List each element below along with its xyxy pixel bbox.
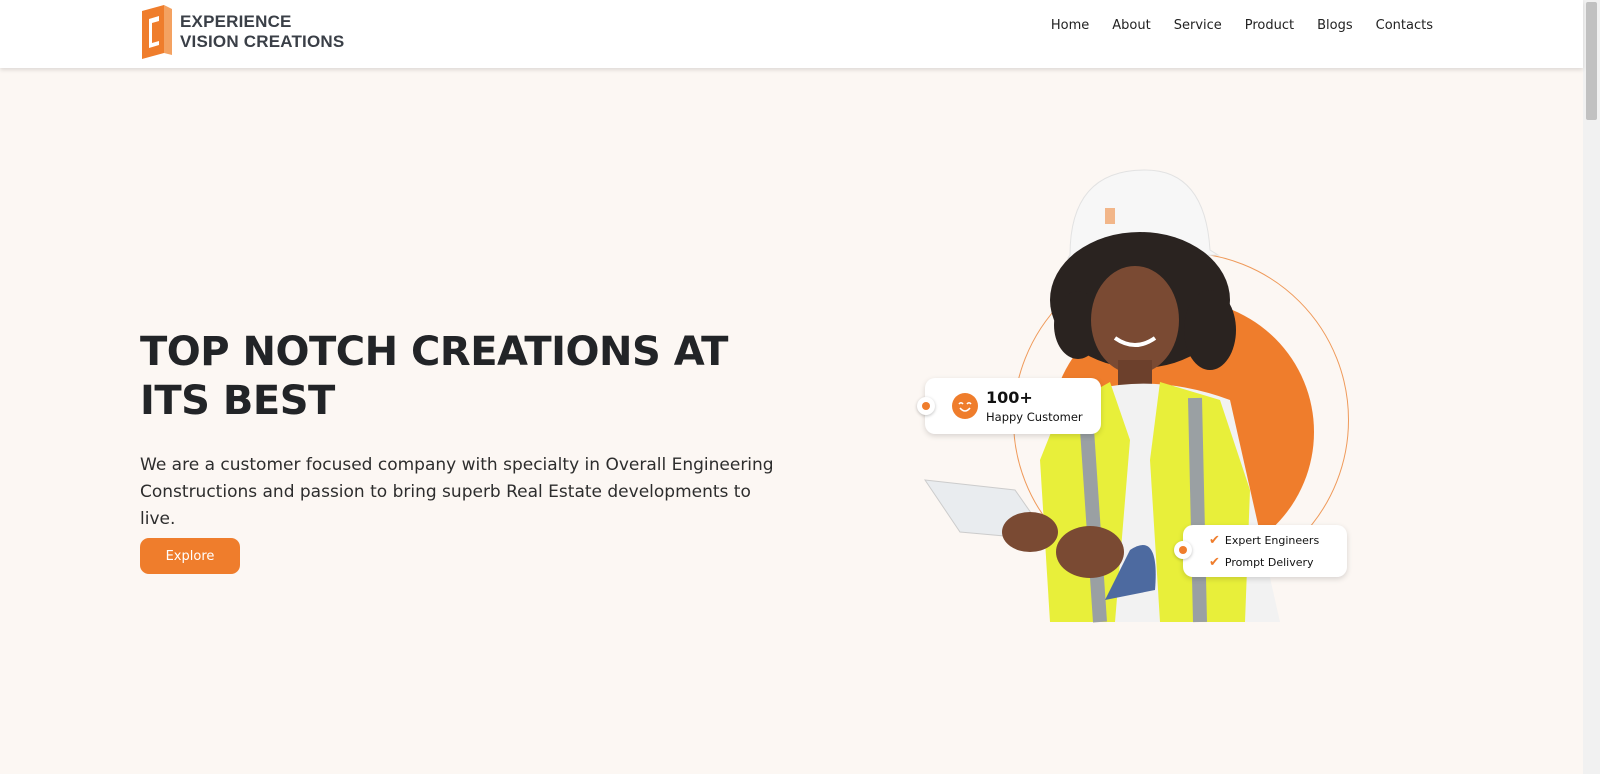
stat-dot bbox=[917, 397, 935, 415]
stat-label: Happy Customer bbox=[986, 410, 1083, 424]
feature-item-expert-engineers: ✔ Expert Engineers bbox=[1209, 533, 1319, 548]
feature-item-prompt-delivery: ✔ Prompt Delivery bbox=[1209, 555, 1314, 570]
logo-line-1: EXPERIENCE bbox=[180, 12, 292, 31]
nav-home[interactable]: Home bbox=[1051, 18, 1089, 33]
smile-icon bbox=[952, 393, 978, 419]
logo-text: EXPERIENCE VISION CREATIONS bbox=[180, 12, 344, 52]
nav-about[interactable]: About bbox=[1112, 18, 1150, 33]
hero-title: TOP NOTCH CREATIONS AT ITS BEST bbox=[140, 328, 740, 426]
nav-blogs[interactable]: Blogs bbox=[1317, 18, 1353, 33]
check-icon: ✔ bbox=[1209, 533, 1220, 548]
feature-dot bbox=[1174, 541, 1192, 559]
feature-label: Expert Engineers bbox=[1224, 534, 1320, 547]
logo-mark-icon bbox=[142, 5, 172, 59]
nav-service[interactable]: Service bbox=[1174, 18, 1222, 33]
feature-label: Prompt Delivery bbox=[1224, 556, 1314, 569]
explore-button[interactable]: Explore bbox=[140, 538, 240, 574]
happy-customer-card: 100+ Happy Customer bbox=[917, 378, 1101, 434]
check-icon: ✔ bbox=[1209, 555, 1220, 570]
hero-description-line-2: Constructions and passion to bring super… bbox=[140, 482, 751, 529]
logo-line-2: VISION CREATIONS bbox=[180, 32, 345, 51]
hero-title-line-2: ITS BEST bbox=[140, 378, 335, 424]
nav-contacts[interactable]: Contacts bbox=[1376, 18, 1433, 33]
hero-title-line-1: TOP NOTCH CREATIONS AT bbox=[140, 329, 728, 375]
features-card: ✔ Expert Engineers ✔ Prompt Delivery bbox=[1174, 525, 1347, 577]
brand-logo[interactable]: EXPERIENCE VISION CREATIONS bbox=[140, 4, 344, 60]
site-header: EXPERIENCE VISION CREATIONS Home About S… bbox=[0, 0, 1583, 68]
hero-visual: 100+ Happy Customer ✔ Expert Engineers ✔… bbox=[900, 160, 1360, 640]
hero-description-line-1: We are a customer focused company with s… bbox=[140, 455, 774, 475]
main-nav: Home About Service Product Blogs Contact… bbox=[1028, 0, 1433, 50]
scrollbar-thumb[interactable] bbox=[1586, 2, 1597, 120]
page-scrollbar[interactable] bbox=[1583, 0, 1600, 774]
nav-product[interactable]: Product bbox=[1245, 18, 1294, 33]
hero-description: We are a customer focused company with s… bbox=[140, 452, 780, 533]
stat-number: 100+ bbox=[986, 388, 1033, 407]
